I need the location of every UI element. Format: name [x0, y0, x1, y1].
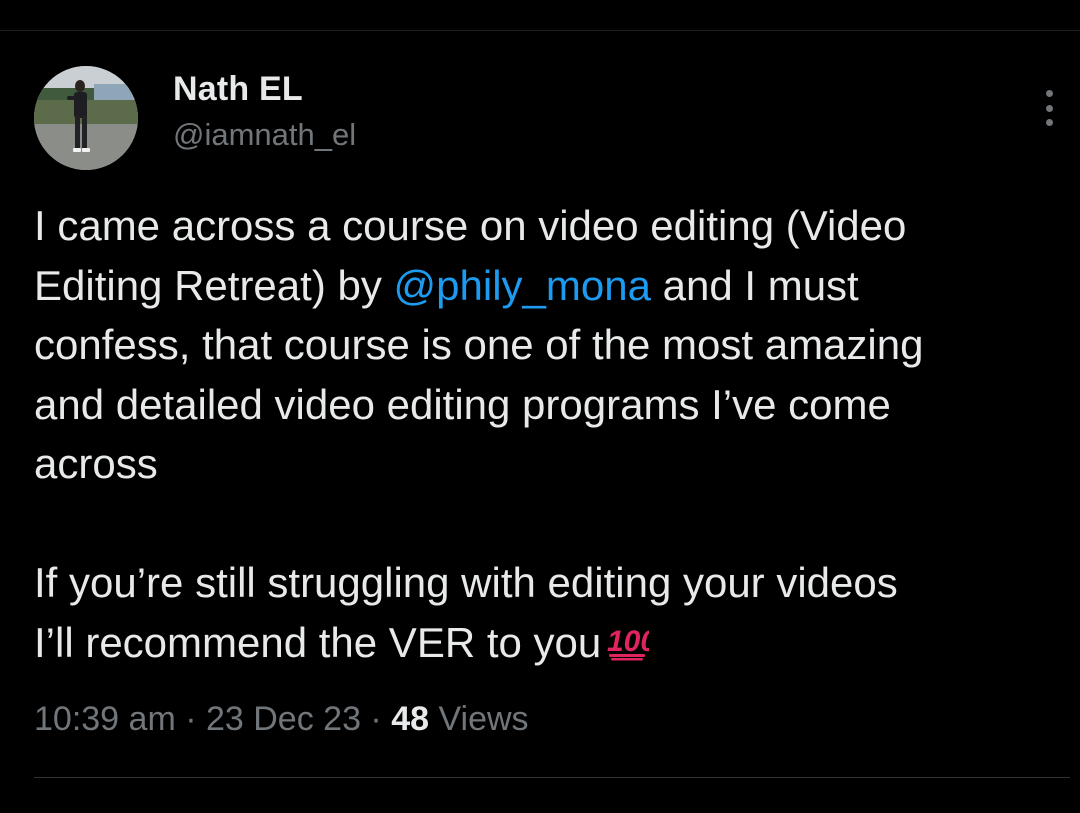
tweet-text-segment: and I must	[650, 261, 859, 309]
more-vertical-icon	[1045, 90, 1053, 97]
display-name[interactable]: Nath EL	[173, 70, 303, 109]
views-count[interactable]: 48	[391, 700, 429, 738]
tweet-line: confess, that course is one of the most …	[34, 321, 924, 368]
tweet-line: If you’re still struggling with editing …	[34, 559, 898, 606]
tweet-meta: 10:39 am · 23 Dec 23 · 48 Views	[34, 700, 529, 739]
tweet-text-segment: I’ll recommend the VER to you	[34, 618, 602, 666]
meta-separator: ·	[360, 700, 392, 738]
avatar[interactable]	[34, 66, 138, 170]
mention-link[interactable]: @phily_mona	[394, 262, 651, 309]
hundred-points-icon: 100	[605, 617, 658, 677]
tweet-line: I came across a course on video editing …	[34, 202, 907, 249]
tweet-line: Editing Retreat) by @phily_mona and I mu…	[34, 256, 1074, 316]
tweet-time[interactable]: 10:39 am	[34, 700, 176, 738]
views-label: Views	[429, 700, 529, 738]
more-options-button[interactable]	[1034, 86, 1064, 130]
profile-photo-icon	[34, 66, 138, 170]
meta-separator: ·	[175, 700, 206, 738]
tweet-line: I’ll recommend the VER to you 100	[34, 613, 1074, 677]
tweet-text: I came across a course on video editing …	[34, 196, 1074, 676]
tweet-line: and detailed video editing programs I’ve…	[34, 380, 891, 428]
tweet-date[interactable]: 23 Dec 23	[206, 700, 361, 738]
tweet-text-segment: Editing Retreat) by	[34, 261, 394, 309]
bottom-divider	[34, 777, 1070, 778]
more-vertical-icon-dot-2	[1045, 104, 1053, 112]
user-handle[interactable]: @iamnath_el	[173, 117, 356, 153]
tweet-line: across	[34, 440, 158, 487]
top-divider	[0, 30, 1080, 31]
more-vertical-icon-dot-3	[1045, 119, 1053, 126]
svg-text:100: 100	[607, 625, 649, 658]
